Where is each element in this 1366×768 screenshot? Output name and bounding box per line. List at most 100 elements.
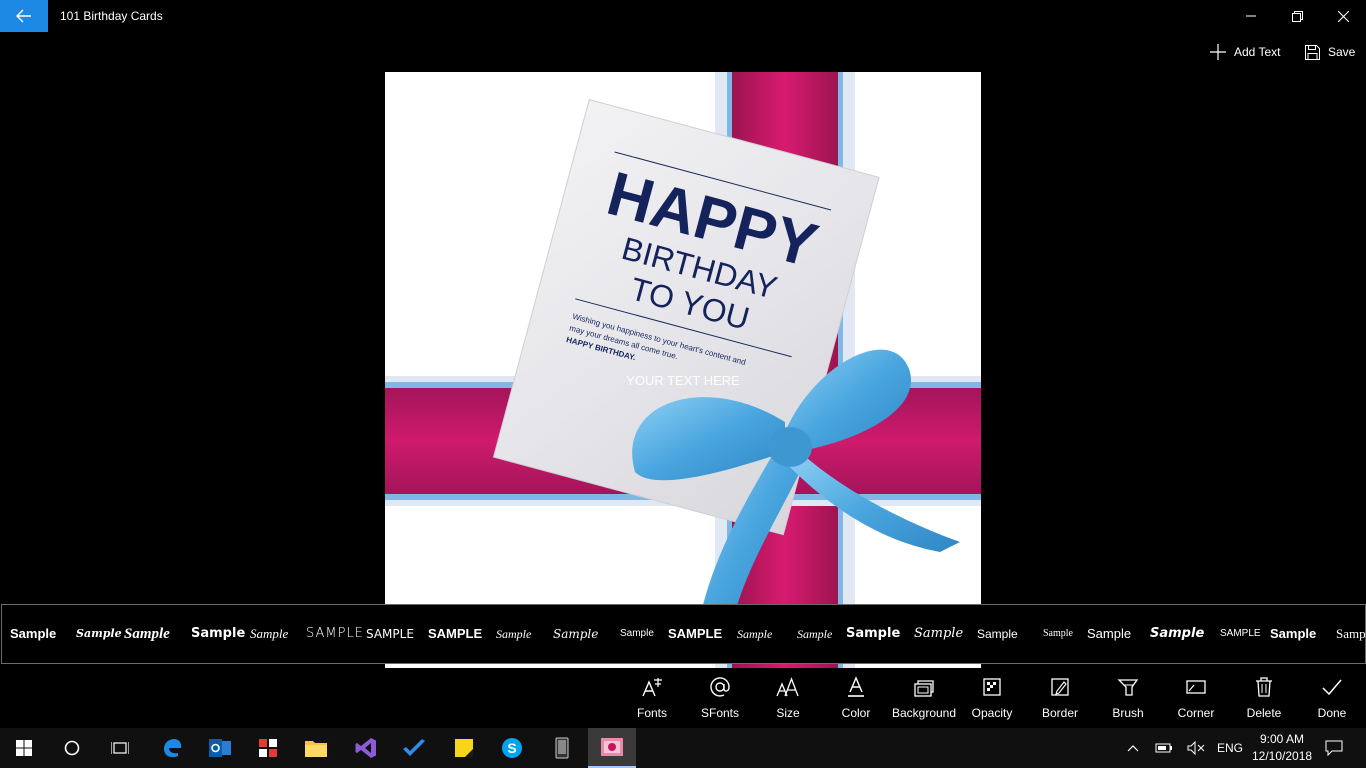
taskbar-visual-studio[interactable]	[342, 728, 390, 768]
corner-label: Corner	[1177, 706, 1215, 720]
font-sample-9[interactable]: Sample	[496, 605, 531, 663]
background-button[interactable]: Background	[890, 672, 958, 728]
font-sample-6[interactable]: SAMPLE	[306, 605, 364, 663]
notification-icon	[1325, 740, 1343, 756]
taskbar-todo[interactable]	[390, 728, 438, 768]
volume-button[interactable]	[1184, 728, 1208, 768]
font-sample-17[interactable]: Sample	[977, 605, 1018, 663]
opacity-label: Opacity	[971, 706, 1013, 720]
font-sample-strip[interactable]: Sample Sample Sample Sample Sample SAMPL…	[1, 604, 1366, 664]
delete-button[interactable]: Delete	[1230, 672, 1298, 728]
font-sample-5[interactable]: Sample	[250, 605, 288, 663]
system-clock[interactable]: 9:00 AM 12/10/2018	[1252, 731, 1312, 765]
done-label: Done	[1317, 706, 1347, 720]
brush-icon	[1117, 679, 1139, 696]
taskbar-skype[interactable]: S	[488, 728, 536, 768]
sticky-note-icon	[455, 739, 473, 757]
action-center-button[interactable]	[1318, 728, 1350, 768]
at-sign-icon	[710, 677, 730, 697]
fonts-label: Fonts	[636, 706, 667, 720]
folder-icon	[305, 741, 327, 757]
skype-icon: S	[502, 738, 522, 758]
font-sample-16[interactable]: Sample	[914, 605, 963, 663]
overlay-text: YOUR TEXT HERE	[626, 373, 740, 388]
font-sample-22[interactable]: Sample	[1270, 605, 1316, 663]
save-label: Save	[1328, 45, 1356, 59]
brush-label: Brush	[1112, 706, 1144, 720]
taskbar-edge[interactable]	[148, 728, 196, 768]
fonts-button[interactable]: Fonts	[618, 672, 686, 728]
font-sample-3[interactable]: Sample	[124, 605, 170, 663]
restore-button[interactable]	[1274, 0, 1320, 32]
font-sample-8[interactable]: SAMPLE	[428, 605, 482, 663]
task-view-icon	[111, 742, 129, 754]
font-sample-23[interactable]: Samp	[1336, 605, 1365, 663]
taskbar-phone[interactable]	[538, 728, 586, 768]
corner-icon	[1186, 680, 1206, 694]
minimize-icon	[1246, 15, 1256, 17]
border-button[interactable]: Border	[1026, 672, 1094, 728]
size-button[interactable]: Size	[754, 672, 822, 728]
close-button[interactable]	[1320, 0, 1366, 32]
background-icon	[914, 680, 934, 697]
fonts-icon	[642, 678, 662, 697]
visual-studio-icon	[355, 738, 376, 758]
edge-icon	[164, 739, 182, 758]
task-view-button[interactable]	[96, 728, 144, 768]
font-sample-4[interactable]: Sample	[191, 605, 245, 663]
font-sample-11[interactable]: Sample	[620, 605, 654, 663]
background-label: Background	[891, 706, 957, 720]
color-button[interactable]: Color	[822, 672, 890, 728]
font-color-icon	[848, 676, 864, 697]
save-button[interactable]: Save	[1305, 42, 1355, 62]
font-sample-1[interactable]: Sample	[10, 605, 56, 663]
taskbar-file-explorer[interactable]	[292, 728, 340, 768]
back-arrow-icon	[16, 9, 31, 23]
font-sample-21[interactable]: SAMPLE	[1220, 605, 1261, 663]
font-sample-10[interactable]: Sample	[553, 605, 598, 663]
battery-button[interactable]	[1152, 728, 1176, 768]
taskbar-outlook[interactable]	[196, 728, 244, 768]
volume-muted-icon	[1187, 741, 1205, 755]
grid-app-icon	[259, 739, 277, 757]
outlook-icon	[209, 739, 231, 757]
brush-button[interactable]: Brush	[1094, 672, 1162, 728]
language-indicator[interactable]: ENG	[1212, 728, 1248, 768]
trash-icon	[1256, 677, 1272, 697]
phone-icon	[555, 737, 569, 759]
taskbar-sticky-notes[interactable]	[440, 728, 488, 768]
font-sample-13[interactable]: Sample	[737, 605, 772, 663]
font-sample-7[interactable]: SAMPLE	[366, 605, 414, 663]
sfonts-button[interactable]: SFonts	[686, 672, 754, 728]
tool-bar: Fonts SFonts Size Color Background Opaci…	[0, 672, 1366, 728]
done-button[interactable]: Done	[1298, 672, 1366, 728]
sfonts-label: SFonts	[700, 706, 739, 720]
cortana-button[interactable]	[48, 728, 96, 768]
font-sample-18[interactable]: Sample	[1043, 605, 1073, 663]
card-artwork: HAPPY BIRTHDAY TO YOU Wishing you happin…	[385, 72, 981, 668]
cortana-circle-icon	[64, 740, 80, 756]
minimize-button[interactable]	[1228, 0, 1274, 32]
font-sample-20[interactable]: Sample	[1150, 605, 1204, 663]
size-label: Size	[776, 706, 800, 720]
clock-date: 12/10/2018	[1252, 749, 1313, 763]
chevron-up-icon	[1127, 745, 1139, 752]
font-sample-19[interactable]: Sample	[1087, 605, 1131, 663]
plus-icon	[1210, 44, 1226, 60]
taskbar-app-3[interactable]	[244, 728, 292, 768]
font-sample-2[interactable]: Sample	[76, 605, 122, 663]
opacity-button[interactable]: Opacity	[958, 672, 1026, 728]
opacity-icon	[983, 678, 1001, 696]
add-text-button[interactable]: Add Text	[1210, 42, 1280, 62]
font-sample-12[interactable]: SAMPLE	[668, 605, 722, 663]
start-button[interactable]	[0, 728, 48, 768]
card-canvas[interactable]: HAPPY BIRTHDAY TO YOU Wishing you happin…	[385, 72, 981, 668]
checkmark-icon	[1322, 679, 1342, 696]
show-hidden-icons-button[interactable]	[1122, 728, 1144, 768]
taskbar-birthday-cards[interactable]	[588, 728, 636, 768]
font-sample-14[interactable]: Sample	[797, 605, 832, 663]
back-button[interactable]	[0, 0, 48, 32]
corner-button[interactable]: Corner	[1162, 672, 1230, 728]
color-label: Color	[841, 706, 871, 720]
font-sample-15[interactable]: Sample	[846, 605, 900, 663]
